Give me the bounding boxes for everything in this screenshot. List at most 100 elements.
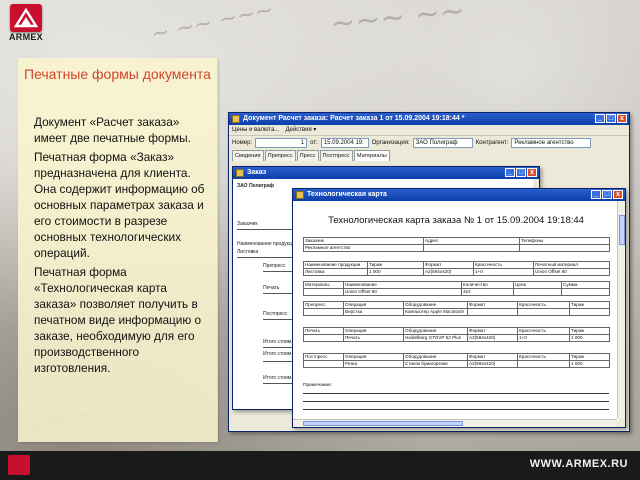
- close-button[interactable]: x: [613, 190, 623, 199]
- number-label: Номер:: [232, 140, 253, 146]
- minimize-button[interactable]: _: [591, 190, 601, 199]
- table-cell: Рекламное агентство: [303, 244, 424, 252]
- table-cell: Красочность: [517, 301, 570, 309]
- organization-field[interactable]: ЗАО Полиграф: [412, 138, 473, 148]
- maximize-button[interactable]: □: [606, 114, 616, 123]
- table-cell: Красочность: [517, 353, 570, 361]
- order-window-title: Заказ: [247, 169, 267, 176]
- paragraph-intro: Документ «Расчет заказа» имеет две печат…: [34, 115, 191, 145]
- table-cell: Формат: [467, 301, 518, 309]
- table-cell: Компьютер Apple Macintosh: [403, 308, 468, 316]
- postpress-table: Постпресс Операция Оборудование Формат К…: [303, 353, 610, 368]
- order-label-client: Заказчик: [237, 221, 258, 227]
- table-cell: Формат: [467, 353, 518, 361]
- org-label: Организация:: [371, 140, 410, 146]
- order-label-product: Наименование продукции: [237, 241, 298, 247]
- scroll-thumb[interactable]: [303, 421, 463, 426]
- notes-rule: [303, 401, 609, 402]
- vertical-scrollbar[interactable]: [617, 201, 625, 419]
- document-toolbar: Цены и валюта... Действия ▾: [229, 125, 629, 136]
- table-cell: [303, 288, 344, 296]
- client-table: Заказчик Адрес Телефоны Рекламное агентс…: [303, 237, 610, 252]
- product-table: Наименование продукции Тираж Формат Крас…: [303, 261, 610, 276]
- tab-postpress[interactable]: Постпресс: [319, 150, 353, 161]
- tech-window-titlebar[interactable]: Технологическая карта _ □ x: [293, 189, 625, 201]
- table-cell: Количество: [461, 281, 514, 289]
- document-window-titlebar[interactable]: Документ Расчет заказа: Расчет заказа 1 …: [229, 113, 629, 125]
- slide-title: Печатные формы документа: [24, 66, 211, 82]
- order-label-prepress: Препресс: [263, 263, 286, 269]
- table-cell: 1+0: [517, 334, 570, 342]
- table-cell: Верстка: [343, 308, 404, 316]
- table-cell: Препресс: [303, 301, 344, 309]
- tab-materials[interactable]: Материалы: [353, 150, 390, 161]
- table-cell: Печать: [303, 327, 344, 335]
- order-company: ЗАО Полиграф: [237, 183, 275, 189]
- table-cell: Цена: [513, 281, 562, 289]
- armex-logo: ARMEX: [4, 4, 48, 44]
- app-icon: [232, 115, 240, 123]
- number-field[interactable]: 1: [255, 138, 308, 148]
- table-cell: [467, 308, 518, 316]
- logo-text: ARMEX: [8, 32, 43, 42]
- table-cell: [423, 244, 520, 252]
- contractor-field[interactable]: Рекламное агентство: [511, 138, 592, 148]
- press-table: Печать Операция Оборудование Формат Крас…: [303, 327, 610, 342]
- table-cell: 1 000: [569, 360, 610, 368]
- footer-url[interactable]: WWW.ARMEX.RU: [530, 458, 628, 470]
- table-cell: Телефоны: [519, 237, 610, 245]
- actions-menu[interactable]: Действия ▾: [285, 125, 316, 135]
- order-rule: [237, 257, 297, 258]
- order-label-press: Печать: [263, 285, 280, 291]
- prices-currency-menu[interactable]: Цены и валюта...: [232, 125, 279, 135]
- table-cell: [569, 308, 610, 316]
- table-cell: [517, 360, 570, 368]
- table-cell: [303, 334, 344, 342]
- app-icon: [296, 191, 304, 199]
- date-field[interactable]: 15.09.2004 19:: [320, 138, 369, 148]
- order-total-3: Итого стоим: [263, 375, 292, 381]
- table-cell: Тираж: [569, 353, 610, 361]
- table-cell: Печать: [343, 334, 404, 342]
- close-button[interactable]: x: [617, 114, 627, 123]
- order-window-titlebar[interactable]: Заказ _ □ x: [233, 167, 539, 179]
- tech-window-title: Технологическая карта: [307, 191, 387, 198]
- table-cell: Операция: [343, 301, 404, 309]
- table-cell: [519, 244, 610, 252]
- tab-info[interactable]: Сведения: [232, 150, 264, 161]
- table-cell: A2(594х420): [467, 360, 518, 368]
- table-cell: Сумма: [561, 281, 610, 289]
- tab-press[interactable]: Пресс: [296, 150, 319, 161]
- minimize-button[interactable]: _: [505, 168, 515, 177]
- document-window-title: Документ Расчет заказа: Расчет заказа 1 …: [243, 115, 465, 122]
- date-label: от:: [310, 140, 318, 146]
- app-icon: [236, 169, 244, 177]
- scroll-thumb[interactable]: [619, 215, 625, 245]
- table-cell: A2(594х420): [467, 334, 518, 342]
- paragraph-order-form: Печатная форма «Заказ» предназначена для…: [34, 150, 205, 260]
- tab-prepress[interactable]: Препресс: [264, 150, 296, 161]
- table-cell: Наименование продукции: [303, 261, 368, 269]
- table-cell: Оборудование: [403, 301, 468, 309]
- table-cell: 1+0: [473, 268, 534, 276]
- tech-card-heading: Технологическая карта заказа № 1 от 15.0…: [328, 215, 584, 226]
- table-cell: Heidelberg GTOVP 52 Plus: [403, 334, 468, 342]
- notes-rule: [303, 409, 609, 410]
- maximize-button[interactable]: □: [602, 190, 612, 199]
- minimize-button[interactable]: _: [595, 114, 605, 123]
- table-cell: [303, 308, 344, 316]
- table-cell: A2(594х420): [423, 268, 474, 276]
- table-cell: Листовка: [303, 268, 368, 276]
- close-button[interactable]: x: [527, 168, 537, 177]
- maximize-button[interactable]: □: [516, 168, 526, 177]
- table-cell: Материалы: [303, 281, 344, 289]
- footer-logo-icon: [8, 455, 30, 475]
- order-total-2: Итого стоим: [263, 351, 292, 357]
- table-cell: Операция: [343, 353, 404, 361]
- table-cell: Адрес: [423, 237, 520, 245]
- order-rule: [237, 229, 297, 230]
- table-cell: Тираж: [569, 301, 610, 309]
- notes-label: Примечание:: [303, 383, 333, 388]
- horizontal-scrollbar[interactable]: [293, 419, 617, 427]
- table-cell: Оборудование: [403, 327, 468, 335]
